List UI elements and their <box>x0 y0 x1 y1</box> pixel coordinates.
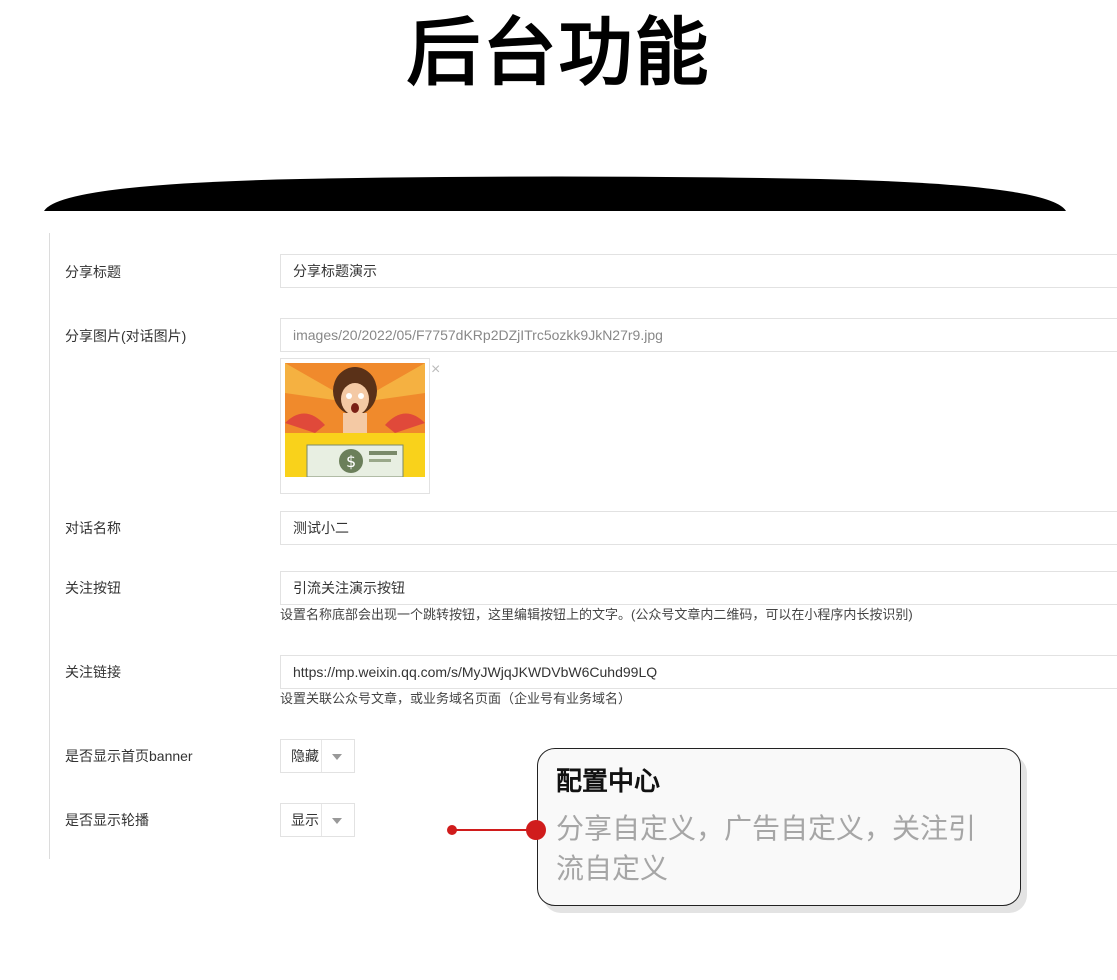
show-carousel-label: 是否显示轮播 <box>65 812 149 828</box>
chevron-down-icon <box>332 818 342 824</box>
callout-pointer-dot <box>447 825 457 835</box>
share-title-label: 分享标题 <box>65 264 121 280</box>
follow-button-label: 关注按钮 <box>65 580 121 596</box>
dialog-name-input[interactable]: 测试小二 <box>280 511 1117 545</box>
share-image-thumbnail[interactable]: $ <box>280 358 430 494</box>
show-banner-value: 隐藏 <box>291 748 319 764</box>
svg-text:$: $ <box>346 452 356 471</box>
follow-link-hint: 设置关联公众号文章，或业务域名页面（企业号有业务域名） <box>280 691 632 706</box>
share-image-path-input[interactable]: images/20/2022/05/F7757dKRp2DZjITrc5ozkk… <box>280 318 1117 352</box>
page-title: 后台功能 <box>406 10 711 96</box>
share-image-label: 分享图片(对话图片) <box>65 328 187 344</box>
callout-pointer-line <box>452 829 536 831</box>
cartoon-money-image: $ <box>285 363 425 477</box>
callout-description: 分享自定义，广告自定义，关注引流自定义 <box>556 813 977 884</box>
select-divider <box>321 740 322 772</box>
chevron-down-icon <box>332 754 342 760</box>
callout-anchor-dot <box>526 820 546 840</box>
show-carousel-select[interactable]: 显示 <box>280 803 355 837</box>
share-title-input[interactable]: 分享标题演示 <box>280 254 1117 288</box>
follow-link-label: 关注链接 <box>65 664 121 680</box>
follow-button-hint: 设置名称底部会出现一个跳转按钮，这里编辑按钮上的文字。(公众号文章内二维码，可以… <box>280 607 913 622</box>
dialog-name-label: 对话名称 <box>65 520 121 536</box>
callout-card: 配置中心 分享自定义，广告自定义，关注引流自定义 <box>537 748 1021 906</box>
select-divider <box>321 804 322 836</box>
follow-link-input[interactable]: https://mp.weixin.qq.com/s/MyJWjqJKWDVbW… <box>280 655 1117 689</box>
follow-button-text-input[interactable]: 引流关注演示按钮 <box>280 571 1117 605</box>
show-banner-label: 是否显示首页banner <box>65 748 193 764</box>
decorative-arc <box>44 176 1066 211</box>
callout-title: 配置中心 <box>556 766 661 796</box>
show-carousel-value: 显示 <box>291 812 319 828</box>
show-banner-select[interactable]: 隐藏 <box>280 739 355 773</box>
remove-image-icon[interactable]: × <box>431 362 440 378</box>
form-divider <box>49 233 50 859</box>
